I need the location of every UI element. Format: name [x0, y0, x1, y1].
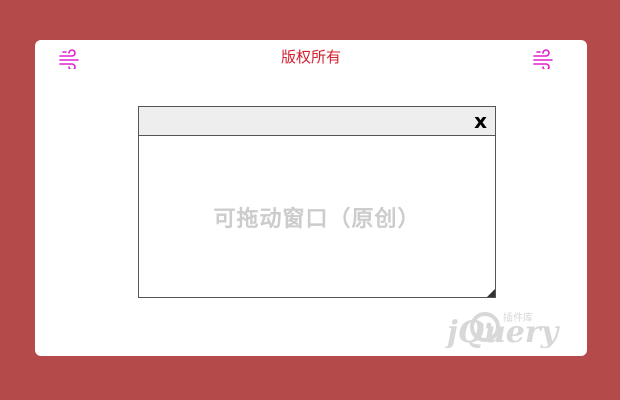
jquery-logo: 插件库 jQuery — [442, 308, 575, 350]
wind-icon — [532, 49, 554, 71]
watermark-brand: jQuery — [445, 315, 561, 348]
draggable-dialog[interactable]: x 可拖动窗口（原创） — [138, 106, 496, 298]
dialog-body-text: 可拖动窗口（原创） — [213, 206, 421, 232]
main-card: 版权所有 x 可拖动窗口（原创） 插件库 jQuery — [35, 40, 587, 356]
close-button[interactable]: x — [474, 109, 487, 133]
dialog-title-bar[interactable]: x — [139, 107, 495, 136]
dialog-body: 可拖动窗口（原创） — [139, 136, 495, 297]
resize-handle[interactable] — [487, 289, 495, 297]
copyright-text: 版权所有 — [280, 48, 341, 66]
